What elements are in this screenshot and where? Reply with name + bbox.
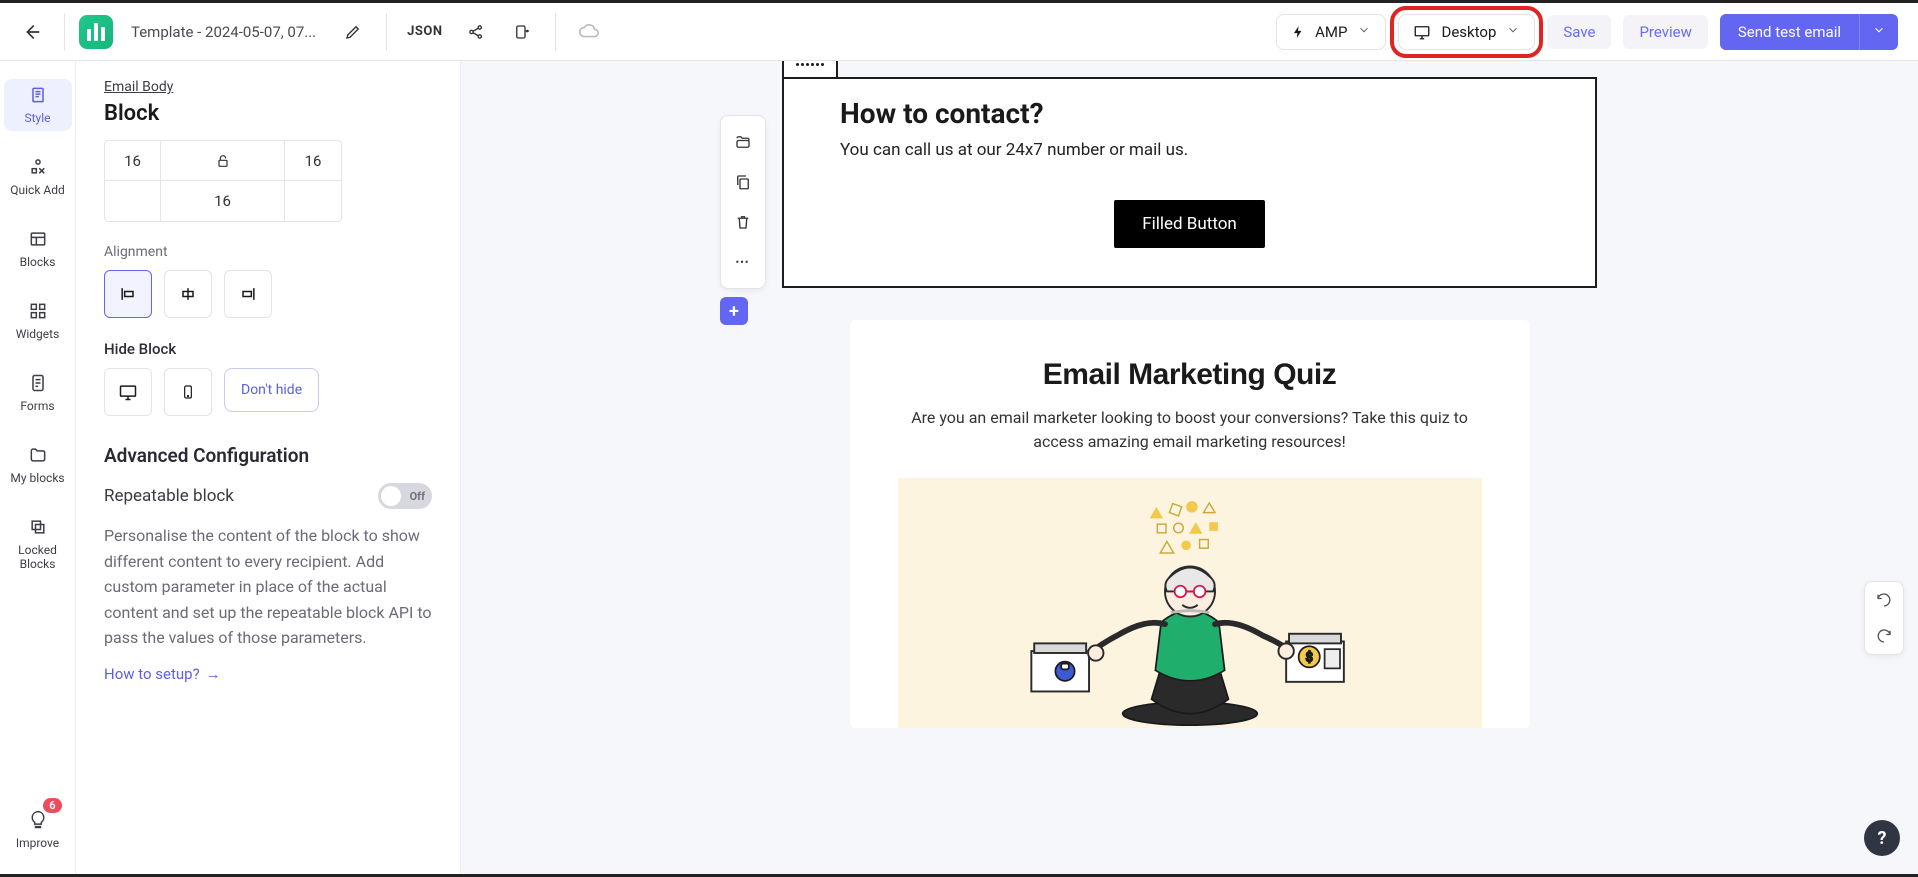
divider <box>64 13 65 51</box>
add-block-button[interactable]: + <box>720 297 748 325</box>
rail-my-blocks[interactable]: My blocks <box>4 439 72 491</box>
selected-block[interactable]: ⋯ + How to contact? You can call us at o… <box>782 77 1597 288</box>
back-button[interactable] <box>12 13 50 51</box>
rail-label: My blocks <box>10 471 64 485</box>
repeatable-label: Repeatable block <box>104 486 234 506</box>
help-button[interactable]: ? <box>1864 820 1900 856</box>
padding-lock[interactable] <box>161 141 285 181</box>
save-button[interactable]: Save <box>1547 15 1611 49</box>
rail-label: Style <box>24 111 50 125</box>
desktop-icon <box>1413 23 1431 41</box>
rail-label: Quick Add <box>10 183 65 197</box>
duplicate-button[interactable] <box>725 122 761 162</box>
hide-desktop-button[interactable] <box>104 368 152 416</box>
padding-empty <box>285 181 341 221</box>
more-button[interactable]: ⋯ <box>725 242 761 282</box>
bolt-icon <box>1291 25 1305 39</box>
app-logo <box>79 15 113 49</box>
repeatable-toggle[interactable]: Off <box>378 483 432 509</box>
filled-button[interactable]: Filled Button <box>1114 200 1265 248</box>
sync-status-icon <box>570 13 608 51</box>
preview-button[interactable]: Preview <box>1623 15 1707 49</box>
canvas-history-tools <box>1864 581 1904 655</box>
how-to-setup-link[interactable]: How to setup? → <box>104 665 221 683</box>
edit-name-button[interactable] <box>334 13 372 51</box>
block-heading[interactable]: How to contact? <box>840 97 1539 130</box>
left-rail: Style Quick Add Blocks Widgets Forms My … <box>0 61 76 874</box>
svg-text:$: $ <box>1305 651 1312 666</box>
json-button[interactable]: JSON <box>401 24 448 39</box>
rail-quick-add[interactable]: Quick Add <box>4 151 72 203</box>
rail-style[interactable]: Style <box>4 79 72 131</box>
style-panel: Email Body Block 16 16 16 Alignment Hide… <box>76 61 461 874</box>
improve-count-badge: 6 <box>43 798 61 813</box>
quiz-text[interactable]: Are you an email marketer looking to boo… <box>898 406 1482 454</box>
drag-handle[interactable] <box>782 61 838 77</box>
rail-label: Locked Blocks <box>4 543 72 572</box>
export-button[interactable] <box>503 13 541 51</box>
rail-label: Widgets <box>16 327 60 341</box>
align-left-button[interactable] <box>104 270 152 318</box>
panel-heading: Block <box>104 101 432 126</box>
amp-label: AMP <box>1315 23 1347 41</box>
breadcrumb-email-body[interactable]: Email Body <box>104 79 173 95</box>
canvas[interactable]: ⋯ + How to contact? You can call us at o… <box>461 61 1918 874</box>
advanced-heading: Advanced Configuration <box>104 444 432 467</box>
align-center-button[interactable] <box>164 270 212 318</box>
send-test-label: Send test email <box>1720 14 1859 50</box>
rail-forms[interactable]: Forms <box>4 367 72 419</box>
rail-locked-blocks[interactable]: Locked Blocks <box>4 511 72 578</box>
hide-block-label: Hide Block <box>104 340 432 358</box>
copy-button[interactable] <box>725 162 761 202</box>
chevron-down-icon <box>1357 23 1371 41</box>
send-dropdown[interactable] <box>1859 14 1898 50</box>
howto-label: How to setup? <box>104 665 200 683</box>
amp-toggle[interactable]: AMP <box>1276 14 1386 50</box>
chevron-down-icon <box>1506 23 1520 41</box>
padding-right[interactable]: 16 <box>285 141 341 181</box>
block-toolbar: ⋯ <box>720 115 766 289</box>
delete-button[interactable] <box>725 202 761 242</box>
padding-empty <box>105 181 161 221</box>
rail-widgets[interactable]: Widgets <box>4 295 72 347</box>
toggle-knob <box>381 486 401 506</box>
share-button[interactable] <box>457 13 495 51</box>
hide-mobile-button[interactable] <box>164 368 212 416</box>
undo-button[interactable] <box>1866 582 1902 618</box>
rail-improve[interactable]: 6 Improve <box>4 804 72 856</box>
rail-label: Improve <box>16 836 59 850</box>
rail-label: Blocks <box>20 255 56 269</box>
padding-left[interactable]: 16 <box>105 141 161 181</box>
divider <box>386 13 387 51</box>
viewport-label: Desktop <box>1441 23 1496 41</box>
toggle-state: Off <box>410 490 425 503</box>
rail-label: Forms <box>20 399 54 413</box>
padding-bottom[interactable]: 16 <box>161 181 285 221</box>
viewport-select[interactable]: Desktop <box>1398 14 1535 50</box>
padding-control[interactable]: 16 16 16 <box>104 140 342 222</box>
quiz-block[interactable]: Email Marketing Quiz Are you an email ma… <box>850 320 1530 728</box>
repeatable-description: Personalise the content of the block to … <box>104 523 432 651</box>
quiz-heading[interactable]: Email Marketing Quiz <box>898 358 1482 392</box>
divider <box>555 13 556 51</box>
send-test-email-button[interactable]: Send test email <box>1720 14 1898 50</box>
redo-button[interactable] <box>1866 618 1902 654</box>
quiz-illustration: $ <box>898 478 1482 728</box>
dont-hide-button[interactable]: Don't hide <box>224 368 319 412</box>
alignment-label: Alignment <box>104 244 432 260</box>
template-name[interactable]: Template - 2024-05-07, 07... <box>121 23 326 41</box>
arrow-right-icon: → <box>206 665 221 683</box>
block-text[interactable]: You can call us at our 24x7 number or ma… <box>840 140 1539 160</box>
topbar: Template - 2024-05-07, 07... JSON AMP De… <box>0 3 1918 61</box>
rail-blocks[interactable]: Blocks <box>4 223 72 275</box>
align-right-button[interactable] <box>224 270 272 318</box>
